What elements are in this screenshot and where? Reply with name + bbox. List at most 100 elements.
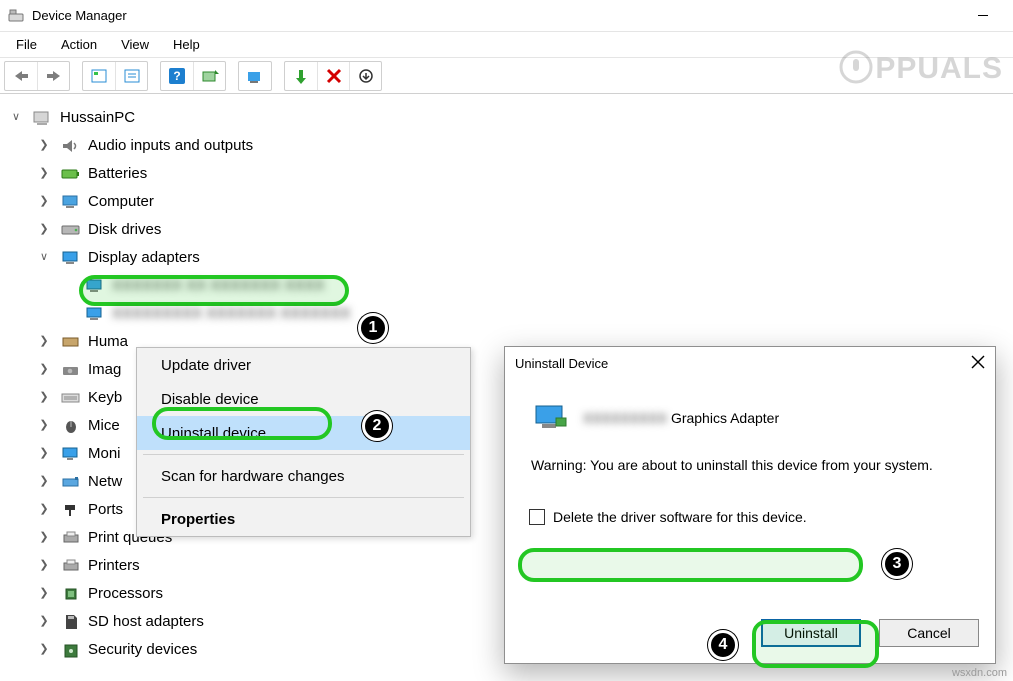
dialog-delete-driver-row[interactable]: Delete the driver software for this devi…	[529, 509, 975, 525]
mouse-icon	[60, 417, 82, 435]
printer-icon	[60, 529, 82, 547]
tree-item-label: SD host adapters	[88, 613, 204, 631]
security-icon	[60, 641, 82, 659]
highlight-step-4	[752, 620, 879, 668]
tree-item-label: Imag	[88, 361, 121, 379]
svg-text:?: ?	[173, 69, 180, 83]
toolbar-scan-button[interactable]	[193, 62, 225, 90]
dialog-device-row: XXXXXXXXX Graphics Adapter	[533, 403, 975, 433]
ctx-scan-hardware[interactable]: Scan for hardware changes	[137, 459, 470, 493]
step-badge-4: 4	[708, 630, 738, 660]
toolbar-back-button[interactable]	[5, 62, 37, 90]
menu-separator	[143, 454, 464, 455]
context-menu: Update driver Disable device Uninstall d…	[136, 347, 471, 537]
tree-item-audio[interactable]: ❯ Audio inputs and outputs	[4, 132, 1009, 160]
tree-item-batteries[interactable]: ❯ Batteries	[4, 160, 1009, 188]
computer-icon	[60, 193, 82, 211]
toolbar-update-driver-button[interactable]	[239, 62, 271, 90]
twisty-icon[interactable]: ❯	[34, 335, 54, 348]
sd-icon	[60, 613, 82, 631]
display-adapter-icon	[84, 305, 106, 323]
tree-item-label: Batteries	[88, 165, 147, 183]
tree-item-label: Processors	[88, 585, 163, 603]
hid-icon	[60, 333, 82, 351]
dialog-title: Uninstall Device	[515, 356, 608, 371]
tree-item-label: Printers	[88, 557, 140, 575]
twisty-icon[interactable]: ∨	[6, 111, 26, 124]
window-title: Device Manager	[32, 8, 127, 23]
toolbar-show-hidden-button[interactable]	[83, 62, 115, 90]
twisty-icon[interactable]: ❯	[34, 419, 54, 432]
menu-separator	[143, 497, 464, 498]
title-bar: Device Manager	[0, 0, 1013, 32]
tree-item-label: Huma	[88, 333, 128, 351]
uninstall-dialog: Uninstall Device XXXXXXXXX Graphics Adap…	[504, 346, 996, 664]
dialog-warning-text: Warning: You are about to uninstall this…	[531, 457, 975, 473]
dialog-close-button[interactable]	[971, 355, 985, 372]
tree-item-label: Audio inputs and outputs	[88, 137, 253, 155]
toolbar-uninstall-button[interactable]	[317, 62, 349, 90]
twisty-icon[interactable]: ❯	[34, 587, 54, 600]
twisty-icon[interactable]: ❯	[34, 195, 54, 208]
display-adapter-icon	[533, 403, 569, 433]
tree-item-label: Netw	[88, 473, 122, 491]
highlight-step-3	[518, 548, 863, 582]
dialog-device-name: XXXXXXXXX Graphics Adapter	[583, 410, 779, 426]
twisty-icon[interactable]: ❯	[34, 475, 54, 488]
window-minimize-button[interactable]	[961, 0, 1005, 32]
toolbar-forward-button[interactable]	[37, 62, 69, 90]
menu-file[interactable]: File	[6, 35, 47, 54]
tree-item-display-adapters[interactable]: ∨ Display adapters	[4, 244, 1009, 272]
image-credit: wsxdn.com	[952, 667, 1007, 679]
toolbar-enable-button[interactable]	[285, 62, 317, 90]
tree-item-label: Ports	[88, 501, 123, 519]
ctx-properties[interactable]: Properties	[137, 502, 470, 536]
twisty-icon[interactable]: ❯	[34, 139, 54, 152]
toolbar-properties-button[interactable]	[115, 62, 147, 90]
delete-driver-checkbox[interactable]	[529, 509, 545, 525]
twisty-icon[interactable]: ❯	[34, 531, 54, 544]
tree-item-label: Keyb	[88, 389, 122, 407]
twisty-icon[interactable]: ❯	[34, 503, 54, 516]
menu-action[interactable]: Action	[51, 35, 107, 54]
twisty-icon[interactable]: ❯	[34, 167, 54, 180]
tree-item-label: Display adapters	[88, 249, 200, 267]
ports-icon	[60, 501, 82, 519]
computer-icon	[32, 109, 54, 127]
tree-item-computer[interactable]: ❯ Computer	[4, 188, 1009, 216]
twisty-icon[interactable]: ❯	[34, 391, 54, 404]
menu-help[interactable]: Help	[163, 35, 210, 54]
tree-root-label: HussainPC	[60, 109, 135, 127]
twisty-icon[interactable]: ❯	[34, 223, 54, 236]
ctx-update-driver[interactable]: Update driver	[137, 348, 470, 382]
app-icon	[8, 8, 24, 24]
toolbar-disable-button[interactable]	[349, 62, 381, 90]
twisty-icon[interactable]: ❯	[34, 447, 54, 460]
tree-root[interactable]: ∨ HussainPC	[4, 104, 1009, 132]
delete-driver-label: Delete the driver software for this devi…	[553, 509, 807, 525]
network-icon	[60, 473, 82, 491]
keyboard-icon	[60, 389, 82, 407]
twisty-icon[interactable]: ∨	[34, 251, 54, 264]
tree-item-label: Moni	[88, 445, 121, 463]
tree-subitem-gpu-2-selected[interactable]: XXXXXXXXX XXXXXXX XXXXXXX	[4, 300, 1009, 328]
toolbar-help-button[interactable]: ?	[161, 62, 193, 90]
camera-icon	[60, 361, 82, 379]
tree-item-label: Mice	[88, 417, 120, 435]
cpu-icon	[60, 585, 82, 603]
watermark-logo: PPUALS	[839, 50, 1003, 86]
menu-view[interactable]: View	[111, 35, 159, 54]
tree-item-label: Computer	[88, 193, 154, 211]
twisty-icon[interactable]: ❯	[34, 363, 54, 376]
highlight-step-2	[152, 407, 332, 440]
disk-icon	[60, 221, 82, 239]
twisty-icon[interactable]: ❯	[34, 643, 54, 656]
tree-item-label-blurred: XXXXXXXXX XXXXXXX XXXXXXX	[112, 305, 350, 323]
twisty-icon[interactable]: ❯	[34, 559, 54, 572]
tree-item-disk-drives[interactable]: ❯ Disk drives	[4, 216, 1009, 244]
battery-icon	[60, 165, 82, 183]
tree-item-label: Disk drives	[88, 221, 161, 239]
twisty-icon[interactable]: ❯	[34, 615, 54, 628]
dialog-cancel-button[interactable]: Cancel	[879, 619, 979, 647]
step-badge-3: 3	[882, 549, 912, 579]
